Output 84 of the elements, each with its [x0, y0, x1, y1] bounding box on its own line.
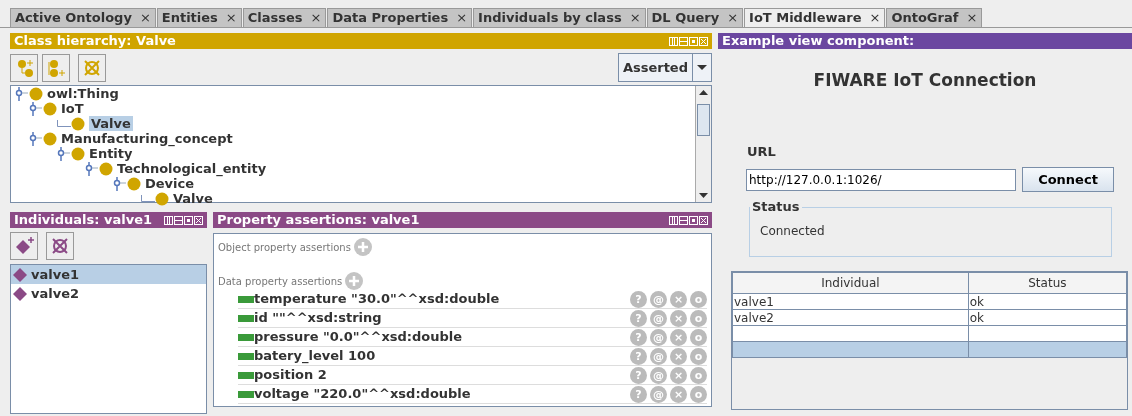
tree-handle-icon[interactable]: [29, 101, 43, 116]
add-individual-icon: [14, 236, 34, 256]
property-assertion: position 2: [254, 366, 328, 385]
data-property-icon: [238, 371, 254, 379]
mode-dropdown[interactable]: Asserted: [617, 53, 712, 82]
class-icon: [43, 131, 57, 146]
section-label: Data property assertions: [218, 274, 343, 289]
status-text: Connected: [760, 223, 826, 240]
heading: FIWARE IoT Connection: [812, 69, 1038, 92]
scroll-thumb[interactable]: [697, 104, 710, 136]
close-tab-button[interactable]: ×: [225, 10, 237, 25]
close-tab-button[interactable]: ×: [310, 10, 322, 25]
class-icon: [71, 116, 85, 131]
field-label: URL: [747, 142, 777, 161]
close-tab-button[interactable]: ×: [139, 10, 151, 25]
group-label: Status: [751, 200, 801, 214]
tree-item[interactable]: Manufacturing_concept: [61, 131, 233, 146]
data-property-icon: [238, 333, 254, 341]
column-header[interactable]: Status: [968, 272, 1127, 294]
tree-item[interactable]: Device: [145, 176, 195, 191]
delete-icon: [82, 57, 102, 78]
class-icon: [127, 176, 141, 191]
property-assertion: temperature "30.0"^^xsd:double: [254, 290, 501, 309]
property-assertion: voltage "220.0"^^xsd:double: [254, 385, 472, 404]
close-tab-button[interactable]: ×: [966, 10, 978, 25]
tree-handle-icon[interactable]: [57, 146, 71, 161]
tab[interactable]: IoT Middleware ×: [744, 8, 886, 27]
close-tab-button[interactable]: ×: [727, 10, 739, 25]
tab[interactable]: Entities ×: [156, 8, 242, 27]
tree-item[interactable]: owl:Thing: [47, 86, 119, 101]
delete-class-button[interactable]: [78, 53, 106, 82]
tree-handle-icon[interactable]: [29, 131, 43, 146]
panel-title: Property assertions: valve1: [217, 212, 420, 228]
delete-individual-button[interactable]: [46, 232, 74, 260]
individual-item[interactable]: valve2: [11, 284, 206, 303]
property-assertion: batery_level 100: [254, 347, 377, 366]
add-individual-button[interactable]: [10, 232, 38, 260]
data-property-icon: [238, 314, 254, 322]
column-header[interactable]: Individual: [732, 272, 969, 294]
section-label: Object property assertions: [218, 240, 351, 255]
tab[interactable]: Active Ontology ×: [10, 8, 156, 27]
panel-title: Class hierarchy: Valve: [14, 33, 176, 49]
connect-button[interactable]: Connect: [1022, 167, 1114, 192]
individual-icon: [13, 267, 27, 282]
add-sibling-icon: [46, 57, 66, 78]
data-property-icon: [238, 295, 254, 303]
tree-handle-icon[interactable]: [85, 161, 99, 176]
panel-controls-icon[interactable]: [669, 215, 708, 225]
tree-item[interactable]: Technological_entity: [117, 161, 267, 176]
add-sibling-button[interactable]: [42, 53, 70, 82]
class-icon: [71, 146, 85, 161]
tree-line-icon: [57, 120, 71, 127]
individual-icon: [13, 286, 27, 301]
close-tab-button[interactable]: ×: [629, 10, 641, 25]
close-tab-button[interactable]: ×: [456, 10, 468, 25]
class-icon: [43, 101, 57, 116]
tab[interactable]: Classes ×: [242, 8, 327, 27]
add-subclass-button[interactable]: [10, 53, 38, 82]
panel-title: Example view component:: [722, 33, 915, 49]
class-icon: [99, 161, 113, 176]
tree-handle-icon[interactable]: [15, 86, 29, 101]
tree-item[interactable]: Valve: [89, 116, 133, 131]
data-property-icon: [238, 390, 254, 398]
property-assertion: id ""^^xsd:string: [254, 309, 383, 328]
data-property-icon: [238, 352, 254, 360]
delete-icon: [50, 236, 70, 256]
property-assertion: pressure "0.0"^^xsd:double: [254, 328, 464, 347]
tree-handle-icon[interactable]: [113, 176, 127, 191]
panel-controls-icon[interactable]: [164, 215, 203, 225]
class-icon: [155, 191, 169, 206]
tab[interactable]: OntoGraf ×: [886, 8, 983, 27]
tab[interactable]: Individuals by class ×: [473, 8, 646, 27]
tree-item[interactable]: Entity: [89, 146, 133, 161]
panel-title: Individuals: valve1: [14, 212, 153, 228]
url-field[interactable]: http://127.0.0.1:1026/: [746, 168, 1016, 191]
close-tab-button[interactable]: ×: [869, 10, 881, 25]
tree-line-icon: [141, 195, 155, 202]
tab[interactable]: Data Properties ×: [327, 8, 473, 27]
caret-icon: [697, 65, 707, 70]
class-icon: [29, 86, 43, 101]
tree-item[interactable]: IoT: [61, 101, 84, 116]
tab[interactable]: DL Query ×: [646, 8, 744, 27]
scrollbar[interactable]: [695, 86, 711, 202]
individual-item[interactable]: valve1: [11, 265, 206, 284]
